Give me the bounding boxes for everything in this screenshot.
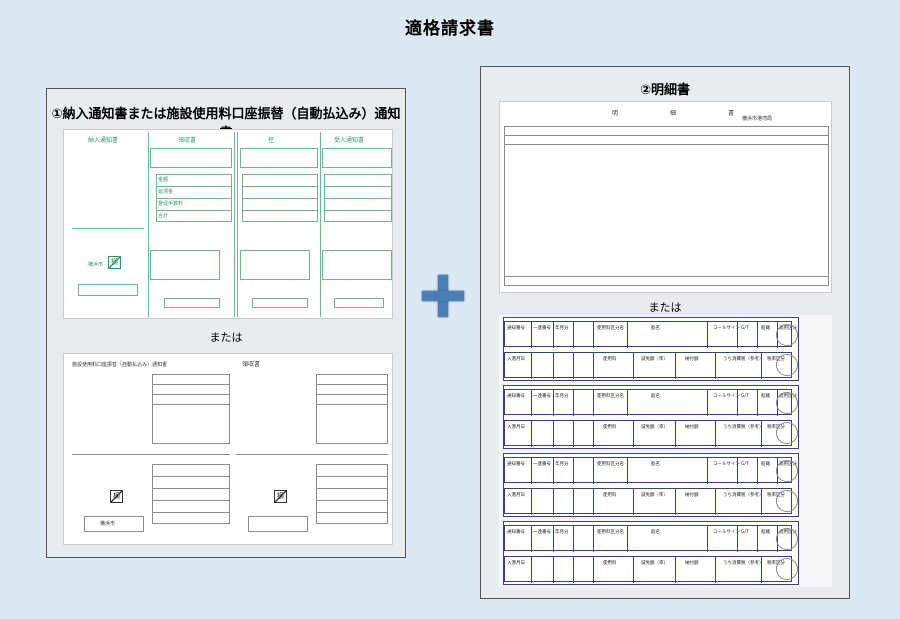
- dunning-fee-label: 督促手数料: [158, 201, 184, 207]
- panel-statement: ②明細書 明 細 書 横浜市港湾局 または 通知番号 一連番号 年月分 使用料区…: [480, 66, 850, 599]
- receipt-form-image: 施設使用料口座振替（自動払込み）通知書 領収書 横 横浜市 横: [63, 353, 393, 545]
- notice-form-image: 納入通知書 領収書 控 受入通知書 金額 延滞金 督促手数料 合計 横 横浜市: [63, 129, 393, 319]
- total-label: 合計: [158, 213, 169, 219]
- receipt-form-caption: 施設使用料口座振替（自動払込み）通知書: [72, 362, 168, 368]
- statement-slip: 通知番号 一連番号 年月分 使用料区分名 船名 コールサイン G/T 船籍 適用…: [503, 385, 799, 449]
- panel-heading-statement: ②明細書: [639, 83, 690, 98]
- plus-icon: [422, 275, 464, 317]
- copy-section-title: 控: [268, 137, 275, 144]
- statement-title-char-1: 明: [612, 110, 619, 117]
- receipt-seal-right: 横: [274, 490, 287, 503]
- statement-slip: 通知番号 一連番号 年月分 使用料区分名 船名 コールサイン G/T 船籍 適用…: [503, 453, 799, 517]
- statement-slip: 通知番号 一連番号 年月分 使用料区分名 船名 コールサイン G/T 船籍 適用…: [503, 521, 799, 585]
- notice-section-title: 納入通知書: [88, 137, 119, 144]
- acceptance-section-title: 受入通知書: [334, 137, 365, 144]
- or-label-left: または: [209, 331, 243, 344]
- seal-stamp: 横: [108, 256, 121, 269]
- statement-form-image: 明 細 書 横浜市港湾局: [499, 101, 832, 293]
- slip-list: 通知番号 一連番号 年月分 使用料区分名 船名 コールサイン G/T 船籍 適用…: [499, 315, 832, 587]
- receipt-form-title: 領収書: [242, 361, 261, 368]
- statement-title-char-2: 細: [670, 110, 677, 117]
- or-label-right: または: [648, 301, 682, 314]
- receipt-section-title: 領収書: [178, 137, 197, 144]
- receipt-seal-left: 横: [110, 490, 123, 503]
- page-title: 適格請求書: [405, 19, 495, 39]
- statement-issuer: 横浜市港湾局: [742, 116, 773, 122]
- panel-notice: ①納入通知書または施設使用料口座振替（自動払込み）通知書 納入通知書 領収書 控…: [46, 88, 406, 558]
- amount-label: 金額: [158, 177, 169, 183]
- statement-slip: 通知番号 一連番号 年月分 使用料区分名 船名 コールサイン G/T 船籍 適用…: [503, 317, 799, 381]
- late-fee-label: 延滞金: [158, 189, 174, 195]
- notice-issuer: 横浜市: [88, 262, 104, 268]
- receipt-issuer-left: 横浜市: [100, 521, 116, 527]
- statement-title-char-3: 書: [728, 110, 735, 117]
